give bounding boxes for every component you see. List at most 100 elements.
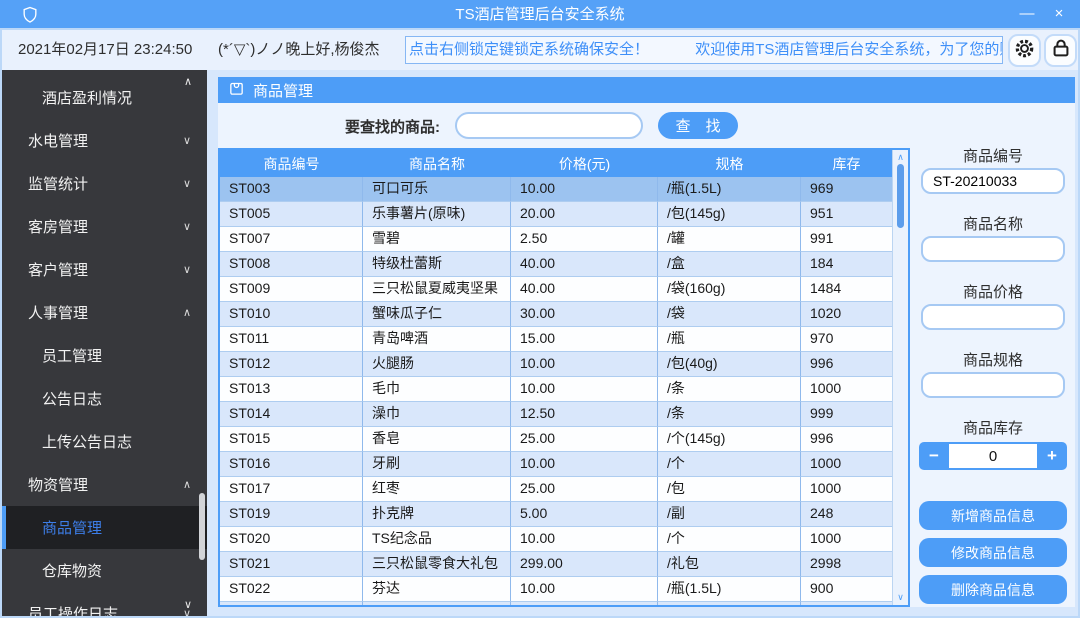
table-row-ST010[interactable]: ST010蟹味瓜子仁30.00/袋1020	[220, 302, 892, 327]
table-cell: ST019	[220, 502, 363, 527]
scroll-up-icon[interactable]: ∧	[893, 152, 908, 163]
sidebar-item-8[interactable]: 上传公告日志	[2, 420, 207, 463]
sidebar-item-12[interactable]: 员工操作日志∨	[2, 592, 207, 616]
sidebar-item-label: 上传公告日志	[42, 431, 132, 452]
chevron-up-icon: ∧	[183, 478, 191, 491]
table-row-ST022[interactable]: ST022芬达10.00/瓶(1.5L)900	[220, 577, 892, 602]
sidebar-item-label: 商品管理	[42, 517, 102, 538]
table-cell: 12.50	[511, 402, 658, 427]
sidebar-item-0[interactable]: 酒店盈利情况	[2, 76, 207, 119]
table-row-ST015[interactable]: ST015香皂25.00/个(145g)996	[220, 427, 892, 452]
minimize-button[interactable]: —	[1014, 0, 1040, 30]
table-cell: 扑克牌	[363, 502, 511, 527]
table-row-ST005[interactable]: ST005乐事薯片(原味)20.00/包(145g)951	[220, 202, 892, 227]
close-button[interactable]: ×	[1046, 0, 1072, 30]
field-input-2[interactable]	[921, 304, 1065, 330]
sidebar-item-label: 客房管理	[28, 216, 88, 237]
table-row-ST012[interactable]: ST012火腿肠10.00/包(40g)996	[220, 352, 892, 377]
table-cell: ST022	[220, 577, 363, 602]
sidebar-item-3[interactable]: 客房管理∨	[2, 205, 207, 248]
form-group-2: 商品价格	[918, 281, 1068, 330]
field-label-0: 商品编号	[918, 145, 1068, 162]
sidebar-scrollbar-thumb[interactable]	[199, 493, 205, 560]
table-cell: /袋	[658, 302, 801, 327]
table-cell: 40.00	[511, 252, 658, 277]
table-header-row: 商品编号商品名称价格(元)规格库存	[220, 150, 892, 177]
sidebar-item-7[interactable]: 公告日志	[2, 377, 207, 420]
scroll-down-icon[interactable]: ∨	[893, 592, 908, 603]
action-button-1[interactable]: 修改商品信息	[919, 538, 1067, 567]
sidebar-item-6[interactable]: 员工管理	[2, 334, 207, 377]
table-cell: ST015	[220, 427, 363, 452]
search-input[interactable]	[455, 112, 643, 139]
column-header-0[interactable]: 商品编号	[220, 150, 363, 177]
table-row-ST016[interactable]: ST016牙刷10.00/个1000	[220, 452, 892, 477]
table-row-ST013[interactable]: ST013毛巾10.00/条1000	[220, 377, 892, 402]
table-cell: 特级杜蕾斯	[363, 252, 511, 277]
table-scrollbar-thumb[interactable]	[897, 164, 904, 228]
lock-button[interactable]	[1044, 34, 1077, 67]
sidebar-item-10[interactable]: 商品管理	[2, 506, 207, 549]
table-cell: ST010	[220, 302, 363, 327]
stepper-plus-button[interactable]: +	[1037, 442, 1067, 470]
table-cell: 970	[801, 327, 892, 352]
settings-button[interactable]	[1008, 34, 1041, 67]
table-row-ST021[interactable]: ST021三只松鼠零食大礼包299.00/礼包2998	[220, 552, 892, 577]
table-cell: 40.00	[511, 277, 658, 302]
sidebar-item-4[interactable]: 客户管理∨	[2, 248, 207, 291]
sidebar-item-2[interactable]: 监管统计∨	[2, 162, 207, 205]
action-button-0[interactable]: 新增商品信息	[919, 501, 1067, 530]
column-header-3[interactable]: 规格	[658, 150, 801, 177]
table-cell: 25.00	[511, 477, 658, 502]
table-cell: 991	[801, 227, 892, 252]
field-input-3[interactable]	[921, 372, 1065, 398]
table-cell: 10.00	[511, 452, 658, 477]
search-button[interactable]: 查 找	[658, 112, 738, 139]
action-button-2[interactable]: 删除商品信息	[919, 575, 1067, 604]
gear-icon	[1013, 37, 1036, 65]
field-input-1[interactable]	[921, 236, 1065, 262]
table-row-ST011[interactable]: ST011青岛啤酒15.00/瓶970	[220, 327, 892, 352]
table-row-ST007[interactable]: ST007雪碧2.50/罐991	[220, 227, 892, 252]
sidebar-item-1[interactable]: 水电管理∨	[2, 119, 207, 162]
sidebar-item-label: 物资管理	[28, 474, 88, 495]
table-row-ST019[interactable]: ST019扑克牌5.00/副248	[220, 502, 892, 527]
chevron-down-icon: ∨	[183, 263, 191, 276]
table-cell: /瓶	[658, 602, 801, 607]
table-cell: /副	[658, 502, 801, 527]
table-cell: ST020	[220, 527, 363, 552]
datetime-text: 2021年02月17日 23:24:50	[18, 30, 192, 70]
stock-label: 商品库存	[918, 417, 1068, 434]
sidebar-item-11[interactable]: 仓库物资	[2, 549, 207, 592]
field-input-0[interactable]	[921, 168, 1065, 194]
table-cell: 25.00	[511, 427, 658, 452]
search-label: 要查找的商品:	[345, 116, 440, 137]
table-row-ST003[interactable]: ST003可口可乐10.00/瓶(1.5L)969	[220, 177, 892, 202]
column-header-4[interactable]: 库存	[801, 150, 892, 177]
sidebar-scroll-up-icon[interactable]: ∧	[184, 75, 192, 88]
table-row-ST020[interactable]: ST020TS纪念品10.00/个1000	[220, 527, 892, 552]
column-header-1[interactable]: 商品名称	[363, 150, 511, 177]
table-cell: 15.00	[511, 327, 658, 352]
table-cell: 299.00	[511, 552, 658, 577]
stepper-minus-button[interactable]: −	[919, 442, 949, 470]
table-cell: /个	[658, 527, 801, 552]
table-row-ST017[interactable]: ST017红枣25.00/包1000	[220, 477, 892, 502]
table-cell: ST013	[220, 377, 363, 402]
table-cell: /盒	[658, 252, 801, 277]
table-row-ST009[interactable]: ST009三只松鼠夏威夷坚果40.00/袋(160g)1484	[220, 277, 892, 302]
table-cell: ST008	[220, 252, 363, 277]
column-header-2[interactable]: 价格(元)	[511, 150, 658, 177]
table-scrollbar[interactable]: ∧ ∨	[892, 150, 908, 605]
table-cell: ST014	[220, 402, 363, 427]
sidebar-scroll-down-icon[interactable]: ∨	[184, 598, 192, 611]
table-row-ST008[interactable]: ST008特级杜蕾斯40.00/盒184	[220, 252, 892, 277]
table-row-ST014[interactable]: ST014澡巾12.50/条999	[220, 402, 892, 427]
notice-text-1: 点击右侧锁定键锁定系统确保安全！	[409, 41, 649, 58]
window-title: TS酒店管理后台安全系统	[0, 0, 1080, 30]
sidebar-item-5[interactable]: 人事管理∧	[2, 291, 207, 334]
stepper-value[interactable]: 0	[949, 442, 1037, 470]
sidebar-item-9[interactable]: 物资管理 ∧	[2, 463, 207, 506]
table-row-ST023[interactable]: ST023拉菲1000.00/瓶998	[220, 602, 892, 607]
table-cell: ST021	[220, 552, 363, 577]
